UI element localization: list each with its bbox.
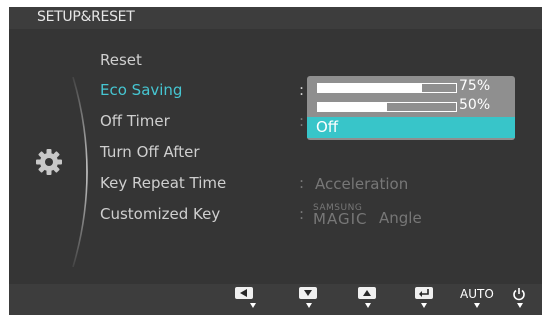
enter-button[interactable]	[415, 287, 433, 299]
auto-button-pointer	[474, 303, 480, 308]
eco-option-50[interactable]: 50%	[307, 97, 515, 118]
menu-arc-decoration	[72, 77, 88, 267]
key-repeat-time-value: Acceleration	[315, 175, 409, 193]
power-icon[interactable]	[512, 287, 526, 301]
off-timer-separator: :	[299, 112, 305, 130]
eco-option-75-label: 75%	[459, 78, 491, 94]
up-arrow-icon	[363, 290, 371, 296]
magic-logo-text: MAGIC	[313, 210, 368, 228]
down-button-pointer	[306, 303, 312, 308]
gear-icon	[36, 149, 62, 175]
menu-item-turn-off-after[interactable]: Turn Off After	[100, 143, 200, 161]
eco-level-bar-75	[317, 83, 457, 93]
power-button-pointer	[517, 303, 523, 308]
menu-item-off-timer[interactable]: Off Timer	[100, 112, 170, 130]
up-button[interactable]	[358, 287, 376, 299]
left-button-pointer	[250, 303, 256, 308]
customized-key-value: Angle	[379, 209, 422, 227]
down-button[interactable]	[299, 287, 317, 299]
menu-item-eco-saving[interactable]: Eco Saving	[100, 81, 182, 99]
eco-level-bar-50	[317, 102, 457, 112]
osd-window: SETUP&RESET Reset Eco Saving Off Timer T…	[9, 7, 542, 315]
eco-option-50-label: 50%	[459, 97, 491, 113]
down-arrow-icon	[304, 290, 312, 296]
customized-key-separator: :	[299, 205, 305, 223]
key-repeat-separator: :	[299, 174, 305, 192]
eco-option-75[interactable]: 75%	[307, 78, 515, 99]
left-button[interactable]	[235, 287, 253, 299]
eco-saving-separator: :	[299, 81, 305, 99]
up-button-pointer	[365, 303, 371, 308]
enter-button-pointer	[421, 303, 427, 308]
samsung-magic-logo: SAMSUNG MAGIC	[313, 204, 367, 227]
eco-option-off-label: Off	[316, 118, 339, 136]
title-bar: SETUP&RESET	[9, 7, 542, 29]
left-arrow-icon	[240, 289, 247, 297]
control-bar: AUTO	[9, 284, 542, 315]
auto-button[interactable]: AUTO	[460, 287, 494, 301]
page-title: SETUP&RESET	[37, 9, 135, 25]
menu-item-key-repeat-time[interactable]: Key Repeat Time	[100, 174, 226, 192]
menu-item-customized-key[interactable]: Customized Key	[100, 205, 220, 223]
eco-saving-dropdown[interactable]: 75% 50% Off	[307, 76, 515, 140]
menu-item-reset[interactable]: Reset	[100, 51, 142, 69]
enter-icon	[419, 289, 429, 297]
eco-option-off[interactable]: Off	[307, 117, 515, 138]
